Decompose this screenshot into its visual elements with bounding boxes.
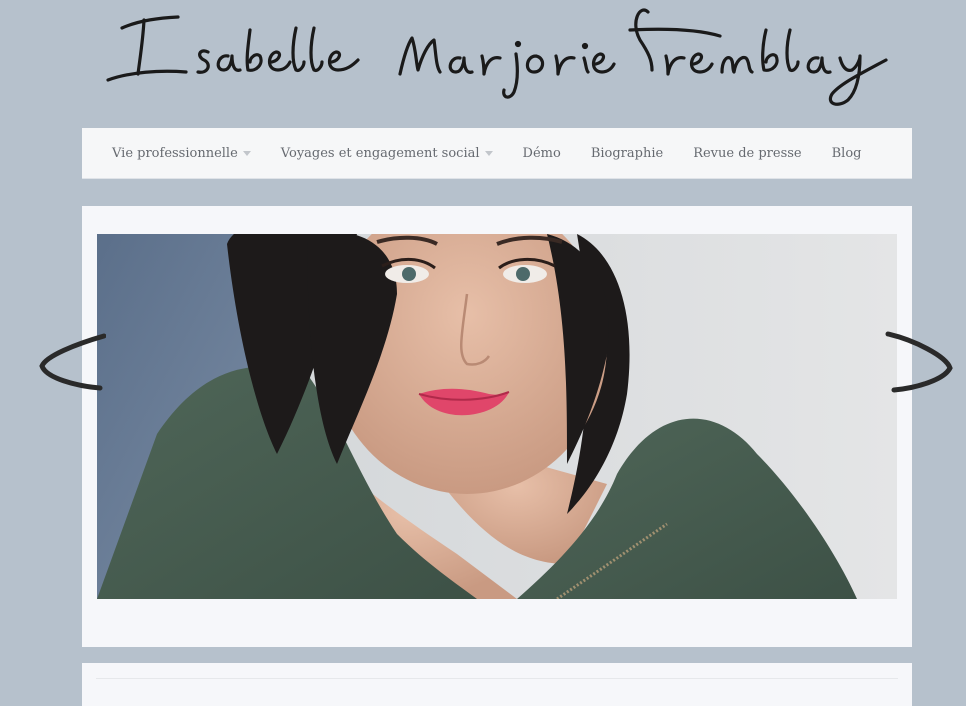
chevron-right-icon[interactable] (884, 326, 954, 396)
nav-item-demo[interactable]: Démo (523, 146, 561, 161)
nav-item-label: Blog (831, 145, 862, 161)
slider-panel (82, 206, 912, 647)
divider (96, 678, 898, 679)
nav-item-voyages[interactable]: Voyages et engagement social (281, 146, 493, 161)
content-panel (82, 663, 912, 706)
nav-item-label: Voyages et engagement social (280, 145, 480, 161)
portrait-photo[interactable] (97, 234, 897, 599)
main-nav: Vie professionnelle Voyages et engagemen… (82, 128, 912, 179)
site-signature-logo[interactable] (100, 0, 900, 120)
page: Vie professionnelle Voyages et engagemen… (0, 0, 966, 706)
nav-item-label: Revue de presse (693, 145, 802, 161)
nav-item-revue-de-presse[interactable]: Revue de presse (693, 146, 801, 161)
nav-item-label: Vie professionnelle (112, 145, 238, 161)
nav-item-label: Démo (522, 145, 561, 161)
nav-item-vie-professionnelle[interactable]: Vie professionnelle (112, 146, 251, 161)
caret-down-icon (242, 150, 251, 156)
caret-down-icon (484, 150, 493, 156)
chevron-left-icon[interactable] (36, 326, 107, 396)
nav-item-biographie[interactable]: Biographie (591, 146, 663, 161)
nav-item-blog[interactable]: Blog (832, 146, 862, 161)
nav-item-label: Biographie (590, 145, 664, 161)
